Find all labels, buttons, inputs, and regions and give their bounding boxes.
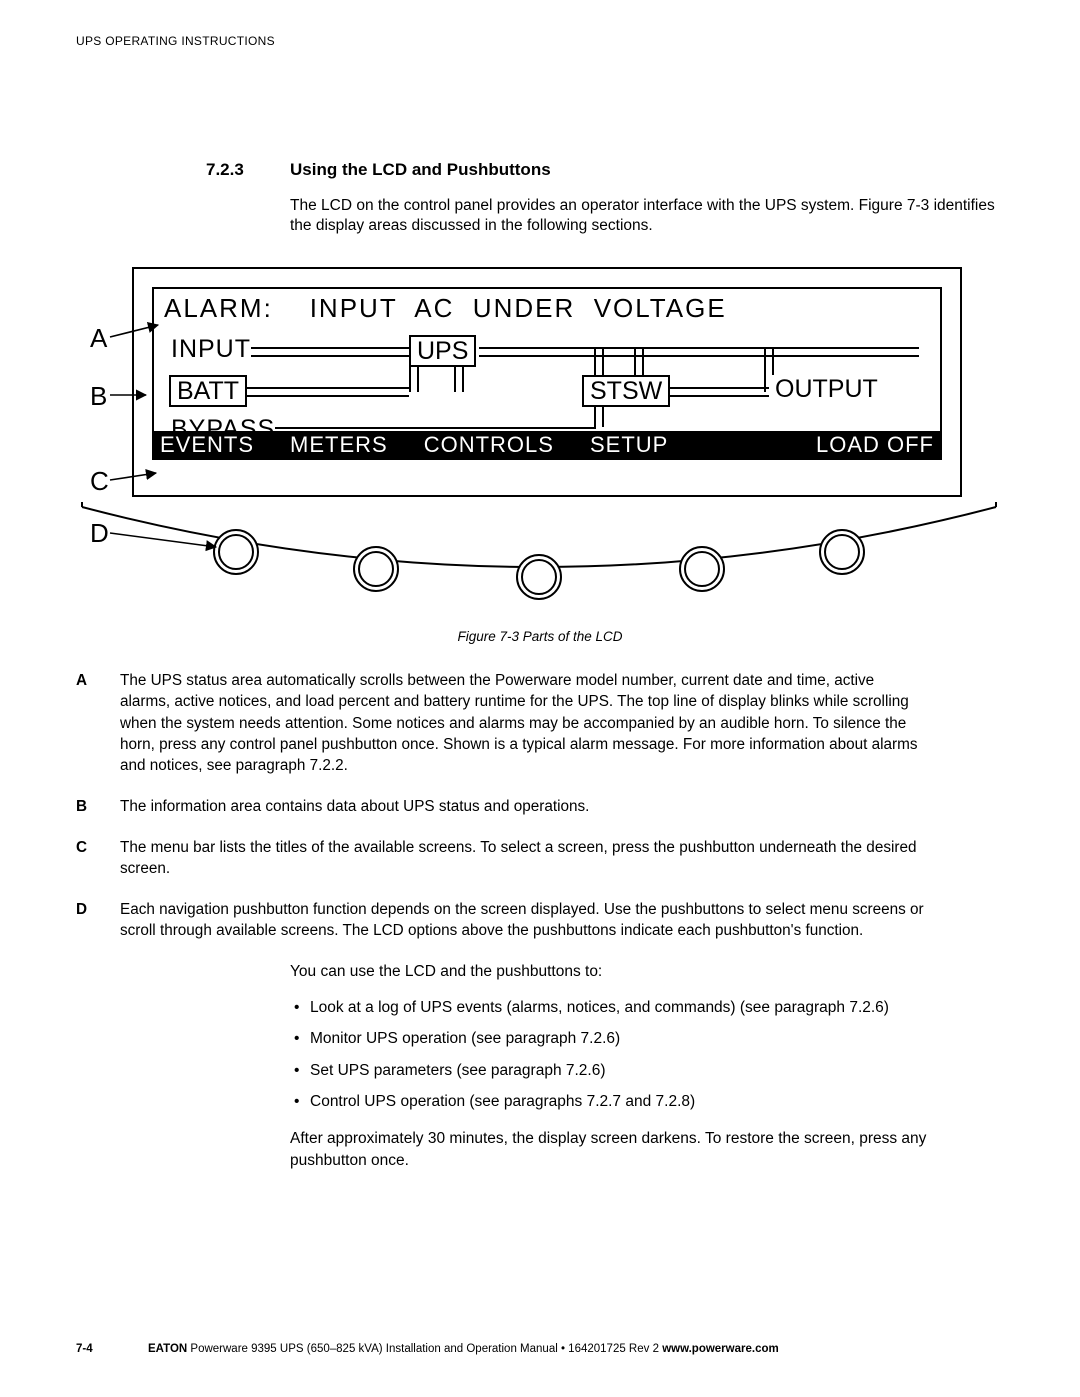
callout-c: C: [90, 466, 109, 497]
menu-meters: METERS: [290, 432, 388, 458]
definition-letter: B: [76, 796, 120, 817]
body-block: You can use the LCD and the pushbuttons …: [290, 961, 1004, 1171]
footer-brand: EATON: [148, 1343, 187, 1355]
callout-b: B: [90, 381, 107, 412]
definition-item: A The UPS status area automatically scro…: [76, 670, 924, 776]
list-item: Monitor UPS operation (see paragraph 7.2…: [310, 1028, 1004, 1049]
definition-item: D Each navigation pushbutton function de…: [76, 899, 924, 941]
figure-caption: Figure 7‑3 Parts of the LCD: [76, 629, 1004, 644]
wire: [479, 347, 919, 357]
body-bullets: Look at a log of UPS events (alarms, not…: [290, 997, 1004, 1113]
section-heading: 7.2.3 Using the LCD and Pushbuttons: [76, 160, 1004, 180]
callout-a: A: [90, 323, 107, 354]
list-item: Set UPS parameters (see paragraph 7.2.6): [310, 1060, 1004, 1081]
lcd-block-ups: UPS: [409, 335, 476, 367]
lcd-inner-frame: ALARM: INPUT AC UNDER VOLTAGE INPUT BATT…: [152, 287, 942, 460]
section-title: Using the LCD and Pushbuttons: [290, 160, 551, 180]
intro-paragraph: The LCD on the control panel provides an…: [290, 196, 1004, 238]
list-item: Look at a log of UPS events (alarms, not…: [310, 997, 1004, 1018]
lcd-label-input: INPUT: [171, 335, 251, 364]
lcd-block-stsw: STSW: [582, 375, 670, 407]
definition-text: The information area contains data about…: [120, 796, 924, 817]
definition-text: Each navigation pushbutton function depe…: [120, 899, 924, 941]
definition-letter: C: [76, 837, 120, 879]
page-number: 7-4: [76, 1343, 148, 1355]
definition-text: The UPS status area automatically scroll…: [120, 670, 924, 776]
wire: [657, 387, 769, 397]
definition-item: C The menu bar lists the titles of the a…: [76, 837, 924, 879]
definition-letter: D: [76, 899, 120, 941]
wire: [239, 387, 409, 397]
menu-load-off: LOAD OFF: [816, 432, 934, 458]
body-tail: After approximately 30 minutes, the disp…: [290, 1128, 1004, 1171]
pushbutton-panel: [76, 497, 1002, 617]
definition-list: A The UPS status area automatically scro…: [76, 670, 924, 941]
menu-events: EVENTS: [160, 432, 254, 458]
page-footer: 7-4 EATON Powerware 9395 UPS (650–825 kV…: [76, 1343, 1004, 1355]
menu-controls: CONTROLS: [424, 432, 554, 458]
footer-text: Powerware 9395 UPS (650–825 kVA) Install…: [187, 1343, 662, 1355]
definition-text: The menu bar lists the titles of the ava…: [120, 837, 924, 879]
section-number: 7.2.3: [76, 160, 290, 180]
lcd-block-batt: BATT: [169, 375, 247, 407]
list-item: Control UPS operation (see paragraphs 7.…: [310, 1091, 1004, 1112]
lcd-menu-bar: EVENTS METERS CONTROLS SETUP LOAD OFF: [154, 431, 940, 458]
lcd-figure: A B C D ALARM: INPUT AC UNDER VOLTAGE IN…: [76, 267, 1002, 617]
menu-setup: SETUP: [590, 432, 668, 458]
lcd-outer-frame: ALARM: INPUT AC UNDER VOLTAGE INPUT BATT…: [132, 267, 962, 497]
wire: [247, 347, 409, 357]
lcd-label-output: OUTPUT: [769, 375, 884, 403]
definition-item: B The information area contains data abo…: [76, 796, 924, 817]
running-header: UPS OPERATING INSTRUCTIONS: [76, 34, 1004, 48]
footer-url: www.powerware.com: [662, 1343, 779, 1355]
lcd-alarm-line: ALARM: INPUT AC UNDER VOLTAGE: [164, 293, 930, 324]
body-lead: You can use the LCD and the pushbuttons …: [290, 961, 1004, 982]
definition-letter: A: [76, 670, 120, 776]
